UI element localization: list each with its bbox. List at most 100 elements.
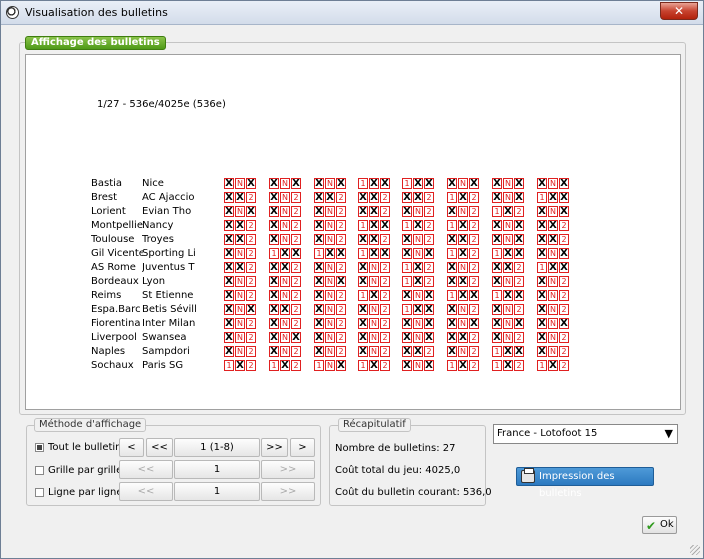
home-team: Montpellier bbox=[91, 220, 143, 231]
pick-cell: N bbox=[503, 276, 513, 287]
pick-cell-selected: X bbox=[537, 332, 547, 343]
pick-grid: XNX bbox=[314, 276, 347, 287]
pick-cell: N bbox=[235, 290, 245, 301]
pick-cell: 2 bbox=[336, 206, 346, 217]
pick-cell: 1 bbox=[492, 248, 502, 259]
pick-cell: 2 bbox=[291, 262, 301, 273]
pick-grid: XN2 bbox=[492, 304, 525, 315]
pick-grid: XN2 bbox=[314, 220, 347, 231]
pick-grid: XN2 bbox=[447, 346, 480, 357]
tout-bulletin-checkbox[interactable] bbox=[35, 443, 44, 452]
pick-cell: 2 bbox=[380, 318, 390, 329]
pick-cell-selected: X bbox=[548, 262, 558, 273]
pick-cell: 2 bbox=[246, 346, 256, 357]
ligne-prev-button[interactable]: << bbox=[119, 482, 173, 501]
methode-legend: Méthode d'affichage bbox=[34, 418, 147, 432]
pick-cell: 2 bbox=[246, 234, 256, 245]
grille-prev-button[interactable]: << bbox=[119, 460, 173, 479]
pick-cell-selected: X bbox=[314, 290, 324, 301]
home-team: Fiorentina bbox=[91, 318, 141, 329]
pick-grid: XNX bbox=[224, 206, 257, 217]
pick-grid: XN2 bbox=[224, 332, 257, 343]
pick-grid: 1XX bbox=[358, 220, 391, 231]
pick-cell-selected: X bbox=[369, 178, 379, 189]
ligne-next-button[interactable]: >> bbox=[261, 482, 315, 501]
pick-cell: 1 bbox=[358, 220, 368, 231]
pick-cell: 1 bbox=[402, 220, 412, 231]
game-select[interactable]: France - Lotofoot 15 ▼ bbox=[493, 424, 678, 444]
grille-next-button[interactable]: >> bbox=[261, 460, 315, 479]
pick-cell: 1 bbox=[358, 178, 368, 189]
away-team: Evian Tho bbox=[142, 206, 192, 217]
pick-grid: XN2 bbox=[269, 234, 302, 245]
home-team: Liverpool bbox=[91, 332, 137, 343]
pick-cell-selected: X bbox=[514, 178, 524, 189]
next-button[interactable]: >> bbox=[261, 438, 288, 457]
pick-cell-selected: X bbox=[514, 234, 524, 245]
pick-cell: N bbox=[280, 290, 290, 301]
pick-cell: 2 bbox=[559, 332, 569, 343]
pick-cell: 1 bbox=[402, 262, 412, 273]
pick-grid: 1X2 bbox=[447, 248, 480, 259]
pick-cell: 2 bbox=[469, 360, 479, 371]
ok-button[interactable]: ✔ Ok bbox=[642, 516, 677, 534]
pick-cell-selected: X bbox=[469, 290, 479, 301]
pick-cell-selected: X bbox=[537, 234, 547, 245]
ligne-par-ligne-checkbox[interactable] bbox=[35, 488, 44, 497]
pick-grid: XN2 bbox=[269, 276, 302, 287]
pick-cell: 2 bbox=[514, 276, 524, 287]
pick-cell-selected: X bbox=[492, 318, 502, 329]
pick-cell-selected: X bbox=[424, 290, 434, 301]
pick-cell-selected: X bbox=[269, 206, 279, 217]
pick-cell-selected: X bbox=[559, 262, 569, 273]
pick-cell-selected: X bbox=[402, 360, 412, 371]
ligne-par-ligne-label: Ligne par ligne bbox=[48, 487, 123, 498]
pick-cell: N bbox=[369, 318, 379, 329]
pick-cell: 1 bbox=[492, 360, 502, 371]
pick-cell-selected: X bbox=[336, 248, 346, 259]
pick-cell-selected: X bbox=[269, 192, 279, 203]
pick-cell: 2 bbox=[380, 192, 390, 203]
pick-grid: 1X2 bbox=[447, 360, 480, 371]
pick-cell: N bbox=[235, 178, 245, 189]
pick-grid: XNX bbox=[492, 192, 525, 203]
pick-cell-selected: X bbox=[314, 220, 324, 231]
away-team: Swansea bbox=[142, 332, 187, 343]
pick-cell-selected: X bbox=[537, 290, 547, 301]
pick-cell-selected: X bbox=[514, 290, 524, 301]
pick-cell: N bbox=[458, 346, 468, 357]
pick-cell: 2 bbox=[291, 276, 301, 287]
resize-grip-icon[interactable] bbox=[690, 545, 700, 555]
pick-cell-selected: X bbox=[358, 262, 368, 273]
pick-cell-selected: X bbox=[314, 192, 324, 203]
pick-cell: N bbox=[325, 332, 335, 343]
recap-legend: Récapitulatif bbox=[338, 418, 411, 432]
pick-cell-selected: X bbox=[402, 346, 412, 357]
print-button[interactable]: Impression des bulletins bbox=[516, 467, 654, 499]
pick-grid: XN2 bbox=[447, 304, 480, 315]
grille-par-grille-checkbox[interactable] bbox=[35, 466, 44, 475]
prev-button[interactable]: < bbox=[119, 438, 144, 457]
pick-grid: XN2 bbox=[537, 276, 570, 287]
pick-cell: 2 bbox=[336, 262, 346, 273]
pick-cell: N bbox=[548, 248, 558, 259]
pick-cell-selected: X bbox=[514, 318, 524, 329]
pick-grid: XX2 bbox=[358, 234, 391, 245]
pick-cell: 1 bbox=[402, 276, 412, 287]
pick-cell: N bbox=[548, 276, 558, 287]
close-button[interactable]: ✕ bbox=[660, 2, 698, 20]
pick-cell-selected: X bbox=[246, 206, 256, 217]
pick-cell: 2 bbox=[380, 262, 390, 273]
pick-cell-selected: X bbox=[380, 220, 390, 231]
first-button[interactable]: << bbox=[146, 438, 173, 457]
pick-grid: XX2 bbox=[447, 332, 480, 343]
pick-cell: 2 bbox=[514, 360, 524, 371]
pick-grid: 1X2 bbox=[224, 360, 257, 371]
last-button[interactable]: > bbox=[290, 438, 315, 457]
pick-cell-selected: X bbox=[402, 206, 412, 217]
pick-cell: 1 bbox=[537, 262, 547, 273]
pick-cell-selected: X bbox=[458, 192, 468, 203]
pick-grid: XX2 bbox=[447, 276, 480, 287]
pick-cell-selected: X bbox=[492, 332, 502, 343]
pick-cell: 2 bbox=[246, 248, 256, 259]
